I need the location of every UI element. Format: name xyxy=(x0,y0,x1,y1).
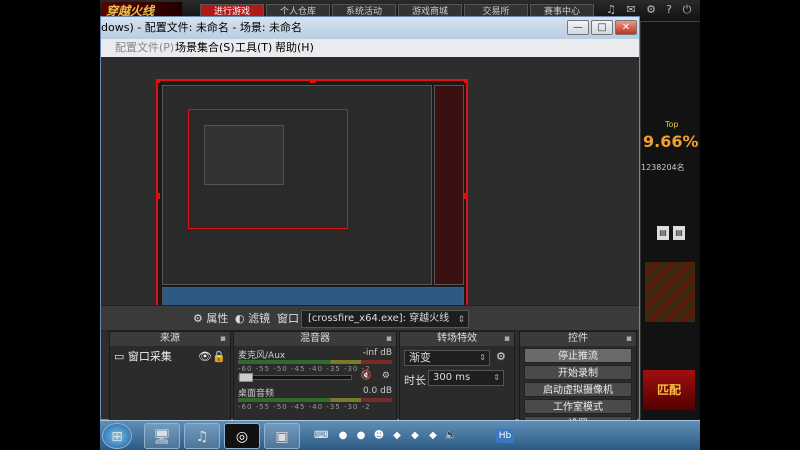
slider-knob[interactable] xyxy=(239,373,253,382)
gear-icon: ⚙ xyxy=(193,312,203,325)
dock-close-icon[interactable]: ▪ xyxy=(626,332,632,346)
channel-level: -inf dB xyxy=(362,348,392,358)
lock-icon[interactable]: 🔒 xyxy=(212,349,226,365)
rank-count: 1238204名 xyxy=(641,163,685,172)
volume-meter xyxy=(238,360,392,364)
tray-keyboard-icon[interactable]: ⌨ xyxy=(314,429,328,443)
tray-app-icon[interactable]: ◆ xyxy=(390,429,404,443)
menu-tools[interactable]: 工具(T) xyxy=(235,39,272,57)
resize-handle[interactable] xyxy=(158,193,160,199)
window-select-value: [crossfire_x64.exe]: 穿越火线 xyxy=(308,313,450,324)
dock-close-icon[interactable]: ▪ xyxy=(504,332,510,346)
rank-percent: 9.66% xyxy=(643,132,699,151)
mixer-channel-mic: 麦克风/Aux -inf dB -60 -55 -50 -45 -40 -35 … xyxy=(234,346,396,384)
bell-icon[interactable]: ♫ xyxy=(604,3,618,17)
wrench-icon[interactable]: ⚙ xyxy=(644,3,658,17)
nested-game-panel xyxy=(434,85,464,285)
source-toolbar: ⚙ 属性 ◐ 滤镜 窗口 [crossfire_x64.exe]: 穿越火线 ⇕ xyxy=(101,305,639,331)
maximize-icon[interactable]: □ xyxy=(591,20,613,35)
preview-canvas[interactable] xyxy=(156,79,468,313)
dock-close-icon[interactable]: ▪ xyxy=(220,332,226,346)
dock-close-icon[interactable]: ▪ xyxy=(386,332,392,346)
transition-row: 渐变 ⇕ ⚙ xyxy=(400,350,514,370)
obs-window: dows) - 配置文件: 未命名 - 场景: 未命名 — □ ✕ 配置文件(P… xyxy=(100,16,640,431)
gear-icon[interactable]: ⚙ xyxy=(496,350,506,363)
taskbar-app-music[interactable]: ♫ xyxy=(184,423,220,449)
nested-taskbar xyxy=(162,287,464,307)
mixer-dock: 混音器 ▪ 麦克风/Aux -inf dB -60 -55 -50 -45 -40… xyxy=(233,331,397,421)
controls-header: 控件 ▪ xyxy=(520,332,636,346)
meter-ticks: -60 -55 -50 -45 -40 -35 -30 -25 -20 -15 … xyxy=(238,365,370,373)
filters-button[interactable]: ◐ 滤镜 xyxy=(235,310,270,328)
taskbar-app-monitor[interactable]: 🖥 xyxy=(144,423,180,449)
note-icon[interactable]: ▤ xyxy=(657,226,669,240)
help-icon[interactable]: ? xyxy=(662,3,676,17)
preview-area xyxy=(101,57,639,313)
transitions-header: 转场特效 ▪ xyxy=(400,332,514,346)
properties-button[interactable]: ⚙ 属性 xyxy=(193,310,228,328)
mute-icon[interactable]: 🔇 xyxy=(361,371,372,381)
source-item[interactable]: ▭ 窗口采集 👁 🔒 xyxy=(110,349,230,365)
resize-handle[interactable] xyxy=(464,193,466,199)
mixer-header: 混音器 ▪ xyxy=(234,332,396,346)
taskbar: ⊞ 🖥 ♫ ◎ ▣ ⌨ ● ● ☻ ◆ ◆ ◆ 🔈 Hb xyxy=(100,420,700,450)
window-select[interactable]: [crossfire_x64.exe]: 穿越火线 ⇕ xyxy=(301,310,469,328)
game-right-panel: Top 9.66% 1238204名 ▤ ▤ 匹配 xyxy=(640,22,700,420)
obs-menubar: 配置文件(P) 场景集合(S) 工具(T) 帮助(H) xyxy=(101,39,639,57)
volume-slider[interactable] xyxy=(238,373,352,382)
channel-level: 0.0 dB xyxy=(362,386,392,396)
resize-handle[interactable] xyxy=(310,81,316,83)
match-button[interactable]: 匹配 xyxy=(643,370,695,410)
tray-app-icon[interactable]: ● xyxy=(336,429,350,443)
taskbar-app-obs[interactable]: ◎ xyxy=(224,423,260,449)
game-artwork xyxy=(645,262,695,322)
sources-dock: 来源 ▪ ▭ 窗口采集 👁 🔒 xyxy=(109,331,231,421)
volume-meter xyxy=(238,398,392,402)
chevron-updown-icon: ⇕ xyxy=(493,373,500,382)
menu-help[interactable]: 帮助(H) xyxy=(275,39,314,57)
power-icon[interactable]: ⏻ xyxy=(680,3,694,17)
resize-handle[interactable] xyxy=(464,81,466,83)
window-icon: ▭ xyxy=(114,350,125,363)
chevron-updown-icon: ⇕ xyxy=(457,315,465,325)
window-title: dows) - 配置文件: 未命名 - 场景: 未命名 xyxy=(101,21,303,34)
obs-titlebar: dows) - 配置文件: 未命名 - 场景: 未命名 — □ ✕ xyxy=(101,17,639,39)
meter-ticks: -60 -55 -50 -45 -40 -35 -30 -25 -20 -15 … xyxy=(238,403,370,411)
start-button[interactable]: ⊞ xyxy=(102,423,132,449)
close-icon[interactable]: ✕ xyxy=(615,20,637,35)
tray-app-icon[interactable]: ● xyxy=(354,429,368,443)
transitions-dock: 转场特效 ▪ 渐变 ⇕ ⚙ 时长 300 ms ⇕ xyxy=(399,331,515,421)
transition-select[interactable]: 渐变 ⇕ xyxy=(404,350,490,366)
menu-scene-collection[interactable]: 场景集合(S) xyxy=(175,39,235,57)
tray-qq-icon[interactable]: ☻ xyxy=(372,429,386,443)
mixer-channel-desktop: 桌面音频 0.0 dB -60 -55 -50 -45 -40 -35 -30 … xyxy=(234,384,396,422)
duration-input[interactable]: 300 ms ⇕ xyxy=(428,370,504,386)
nested-capture-3 xyxy=(204,125,284,185)
minimize-icon[interactable]: — xyxy=(567,20,589,35)
menu-profile[interactable]: 配置文件(P) xyxy=(115,39,174,57)
note-icon-2[interactable]: ▤ xyxy=(673,226,685,240)
tray-badge[interactable]: Hb xyxy=(496,429,514,443)
stop-streaming-button[interactable]: 停止推流 xyxy=(524,348,632,363)
tray-app-icon[interactable]: ◆ xyxy=(408,429,422,443)
chevron-updown-icon: ⇕ xyxy=(479,353,486,362)
eye-icon[interactable]: 👁 xyxy=(198,349,212,365)
duration-row: 时长 300 ms ⇕ xyxy=(400,370,514,390)
rank-top-label: Top xyxy=(665,120,679,129)
virtual-camera-button[interactable]: 启动虚拟摄像机 xyxy=(524,382,632,397)
tray-app-icon[interactable]: ◆ xyxy=(426,429,440,443)
start-recording-button[interactable]: 开始录制 xyxy=(524,365,632,380)
filter-icon: ◐ xyxy=(235,312,245,325)
taskbar-app-window[interactable]: ▣ xyxy=(264,423,300,449)
window-label: 窗口 xyxy=(277,312,299,325)
resize-handle[interactable] xyxy=(158,81,160,83)
screen-frame: 穿越火线 进行游戏 个人仓库 系统活动 游戏商城 交易所 赛事中心 ♫ ✉ ⚙ … xyxy=(100,0,700,450)
gear-icon[interactable]: ⚙ xyxy=(382,371,390,381)
duration-label: 时长 xyxy=(404,374,426,387)
studio-mode-button[interactable]: 工作室模式 xyxy=(524,399,632,414)
sources-header: 来源 ▪ xyxy=(110,332,230,346)
tray-volume-icon[interactable]: 🔈 xyxy=(444,429,458,443)
controls-dock: 控件▪ 停止推流 开始录制 启动虚拟摄像机 工作室模式 设置 xyxy=(519,331,637,431)
mail-icon[interactable]: ✉ xyxy=(624,3,638,17)
